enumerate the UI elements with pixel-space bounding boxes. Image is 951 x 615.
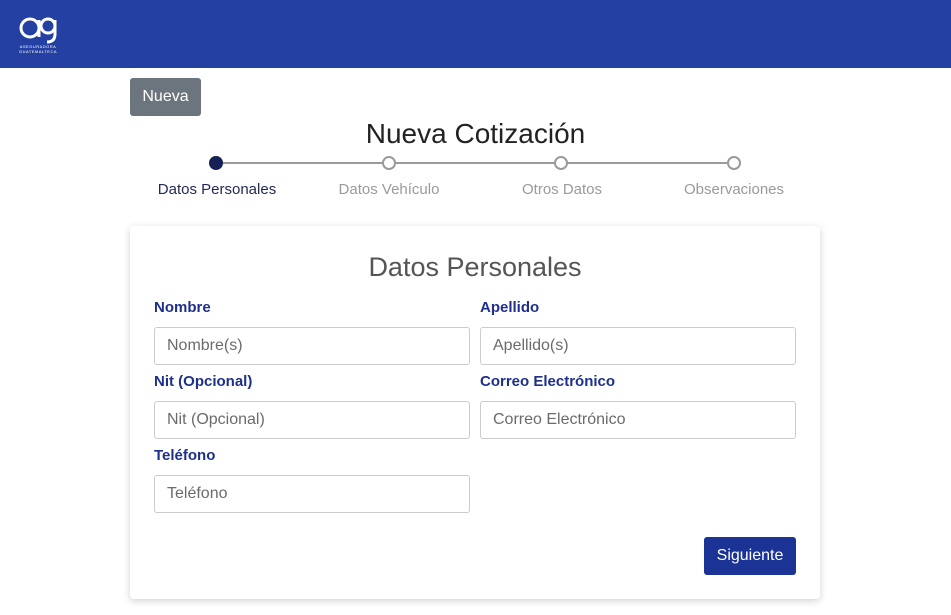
step-label-otros-datos[interactable]: Otros Datos [482,181,642,198]
correo-label: Correo Electrónico [480,373,616,390]
nombre-input[interactable] [154,327,470,365]
telefono-input[interactable] [154,475,470,513]
step-dot-observaciones[interactable] [727,156,741,170]
company-logo[interactable]: ASEGURADORA GUATEMALTECA [12,12,64,56]
step-dot-otros-datos[interactable] [554,156,568,170]
correo-input[interactable] [480,401,796,439]
logo-text: ASEGURADORA GUATEMALTECA [18,44,58,54]
apellido-label: Apellido [480,299,540,316]
step-dot-datos-personales[interactable] [209,156,223,170]
logo-mark-icon [19,17,57,44]
new-quote-button[interactable]: Nueva [130,78,201,116]
step-label-observaciones[interactable]: Observaciones [654,181,814,198]
form-title: Datos Personales [368,252,582,282]
nit-label: Nit (Opcional) [154,373,253,390]
nit-input[interactable] [154,401,470,439]
step-dot-datos-vehiculo[interactable] [382,156,396,170]
stepper-line [216,162,734,164]
step-label-datos-vehiculo[interactable]: Datos Vehículo [309,181,469,198]
page-title: Nueva Cotización [365,118,586,149]
apellido-input[interactable] [480,327,796,365]
personal-data-card: Datos Personales Nombre Apellido Nit (Op… [130,226,820,599]
top-header: ASEGURADORA GUATEMALTECA [0,0,951,68]
nombre-label: Nombre [154,299,211,316]
step-label-datos-personales[interactable]: Datos Personales [137,181,297,198]
telefono-label: Teléfono [154,447,216,464]
next-button[interactable]: Siguiente [704,537,796,575]
